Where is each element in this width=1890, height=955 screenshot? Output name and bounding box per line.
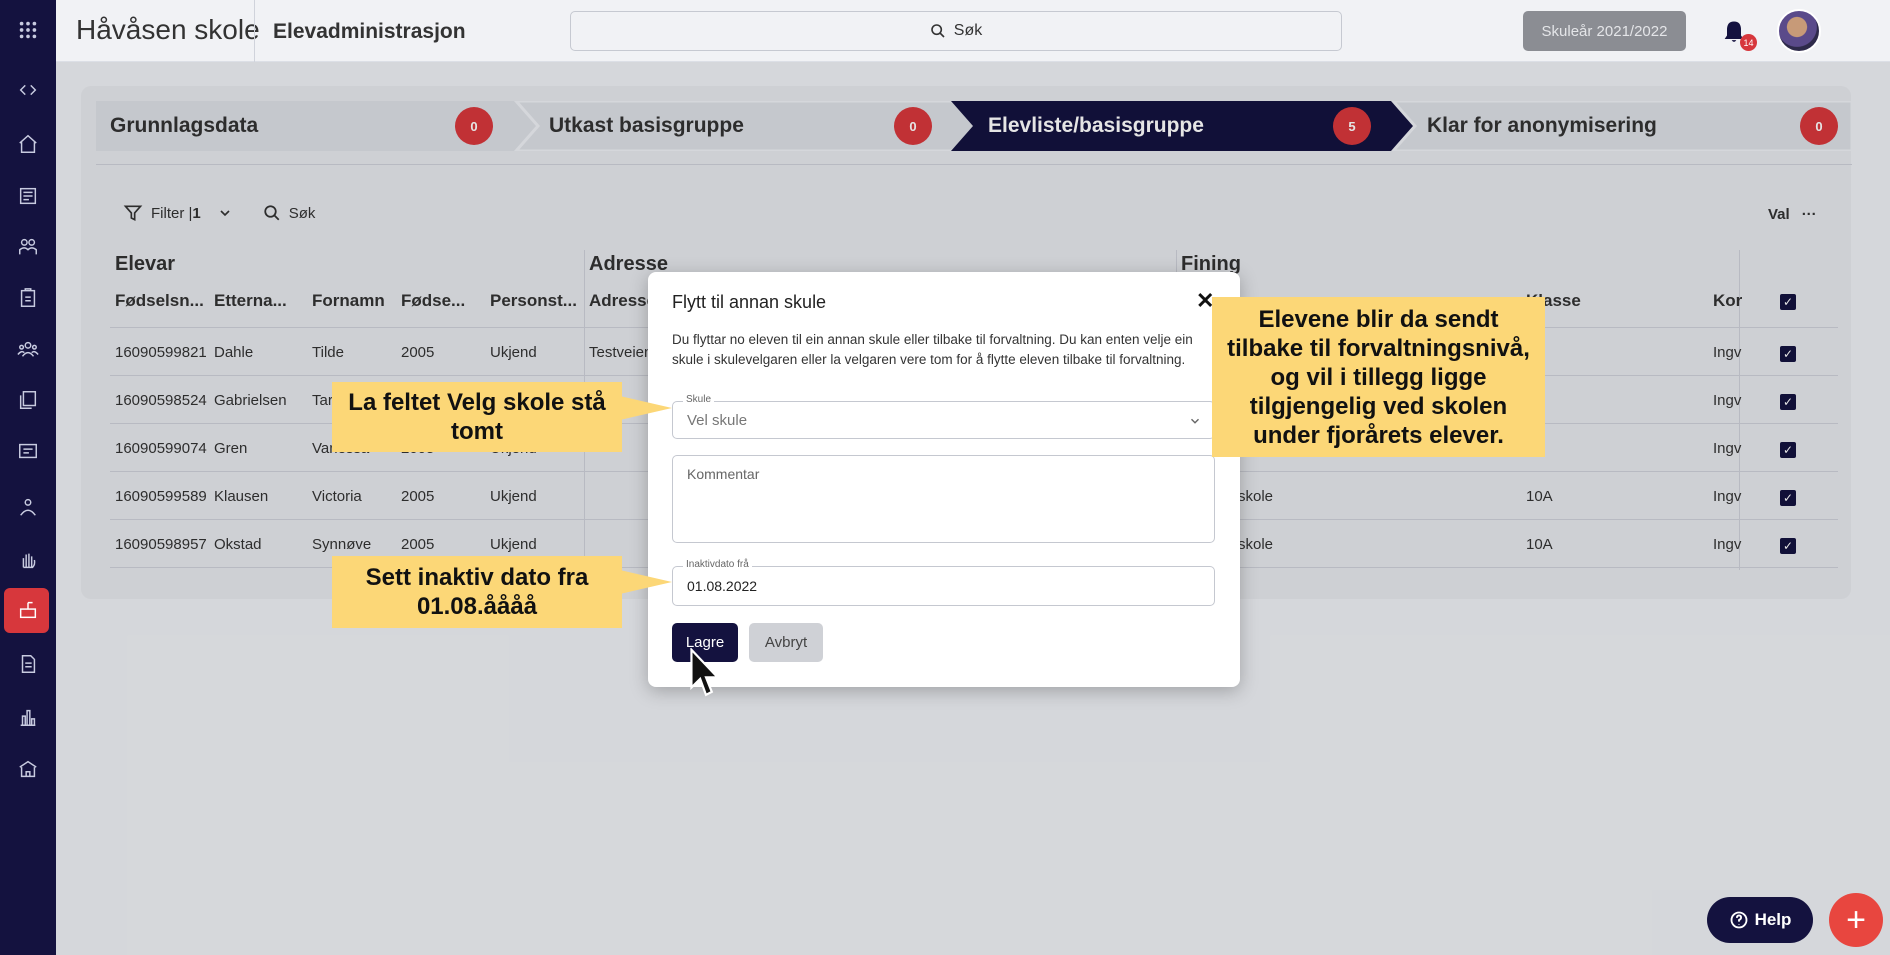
callout-pointer <box>620 396 672 420</box>
school-select[interactable]: Skule Vel skule <box>672 394 1215 439</box>
notification-badge: 14 <box>1740 34 1757 51</box>
home-icon[interactable] <box>14 130 42 158</box>
bar-chart-icon[interactable] <box>14 703 42 731</box>
plus-icon: + <box>1846 900 1866 939</box>
callout-inactive-date: Sett inaktiv dato fra 01.08.åååå <box>332 556 622 628</box>
school-year-button[interactable]: Skuleår 2021/2022 <box>1523 11 1686 51</box>
apps-grid-icon[interactable] <box>14 16 42 44</box>
people-icon[interactable] <box>14 233 42 261</box>
school-select-label: Skule <box>683 394 715 405</box>
documents-icon[interactable] <box>14 386 42 414</box>
help-circle-icon <box>1730 911 1747 929</box>
global-search-label: Søk <box>953 22 983 39</box>
help-label: Help <box>1754 910 1792 929</box>
topbar-divider <box>254 0 255 62</box>
search-icon <box>930 24 945 38</box>
global-search[interactable]: Søk <box>570 11 1342 51</box>
chevron-down-icon <box>1191 418 1199 424</box>
move-school-dialog: Flytt til annan skule ✕ Du flyttar no el… <box>648 272 1240 687</box>
hand-icon[interactable] <box>14 546 42 574</box>
callout-empty-school: La feltet Velg skole stå tomt <box>332 382 622 452</box>
clipboard-icon[interactable] <box>14 284 42 312</box>
school-admin-icon[interactable] <box>14 596 42 624</box>
inactive-date-field[interactable]: Inaktivdato frå 01.08.2022 <box>672 559 1215 606</box>
newspaper-icon[interactable] <box>14 182 42 210</box>
inactive-date-label: Inaktivdato frå <box>683 559 752 570</box>
school-building-icon[interactable] <box>14 755 42 783</box>
person-support-icon[interactable] <box>14 493 42 521</box>
comment-placeholder: Kommentar <box>687 466 760 482</box>
cancel-button[interactable]: Avbryt <box>749 623 823 662</box>
callout-pointer <box>620 570 672 594</box>
comment-field[interactable]: Kommentar <box>672 455 1215 543</box>
add-button[interactable]: + <box>1829 893 1883 947</box>
group-icon[interactable] <box>14 335 42 363</box>
report-card-icon[interactable] <box>14 437 42 465</box>
document-icon[interactable] <box>14 650 42 678</box>
help-button[interactable]: Help <box>1707 897 1813 943</box>
mouse-cursor-icon <box>690 648 721 697</box>
inactive-date-value: 01.08.2022 <box>687 578 758 594</box>
avatar[interactable] <box>1777 9 1821 53</box>
expand-collapse-icon[interactable] <box>14 76 42 104</box>
school-select-placeholder: Vel skule <box>687 412 748 429</box>
dialog-description: Du flyttar no eleven til ein annan skule… <box>672 332 1193 367</box>
callout-info: Elevene blir da sendt tilbake til forval… <box>1212 297 1545 457</box>
sidebar <box>0 0 56 955</box>
module-title: Elevadministrasjon <box>273 20 466 43</box>
school-name: Håvåsen skole <box>76 14 260 45</box>
dialog-title: Flytt til annan skule <box>672 292 827 312</box>
